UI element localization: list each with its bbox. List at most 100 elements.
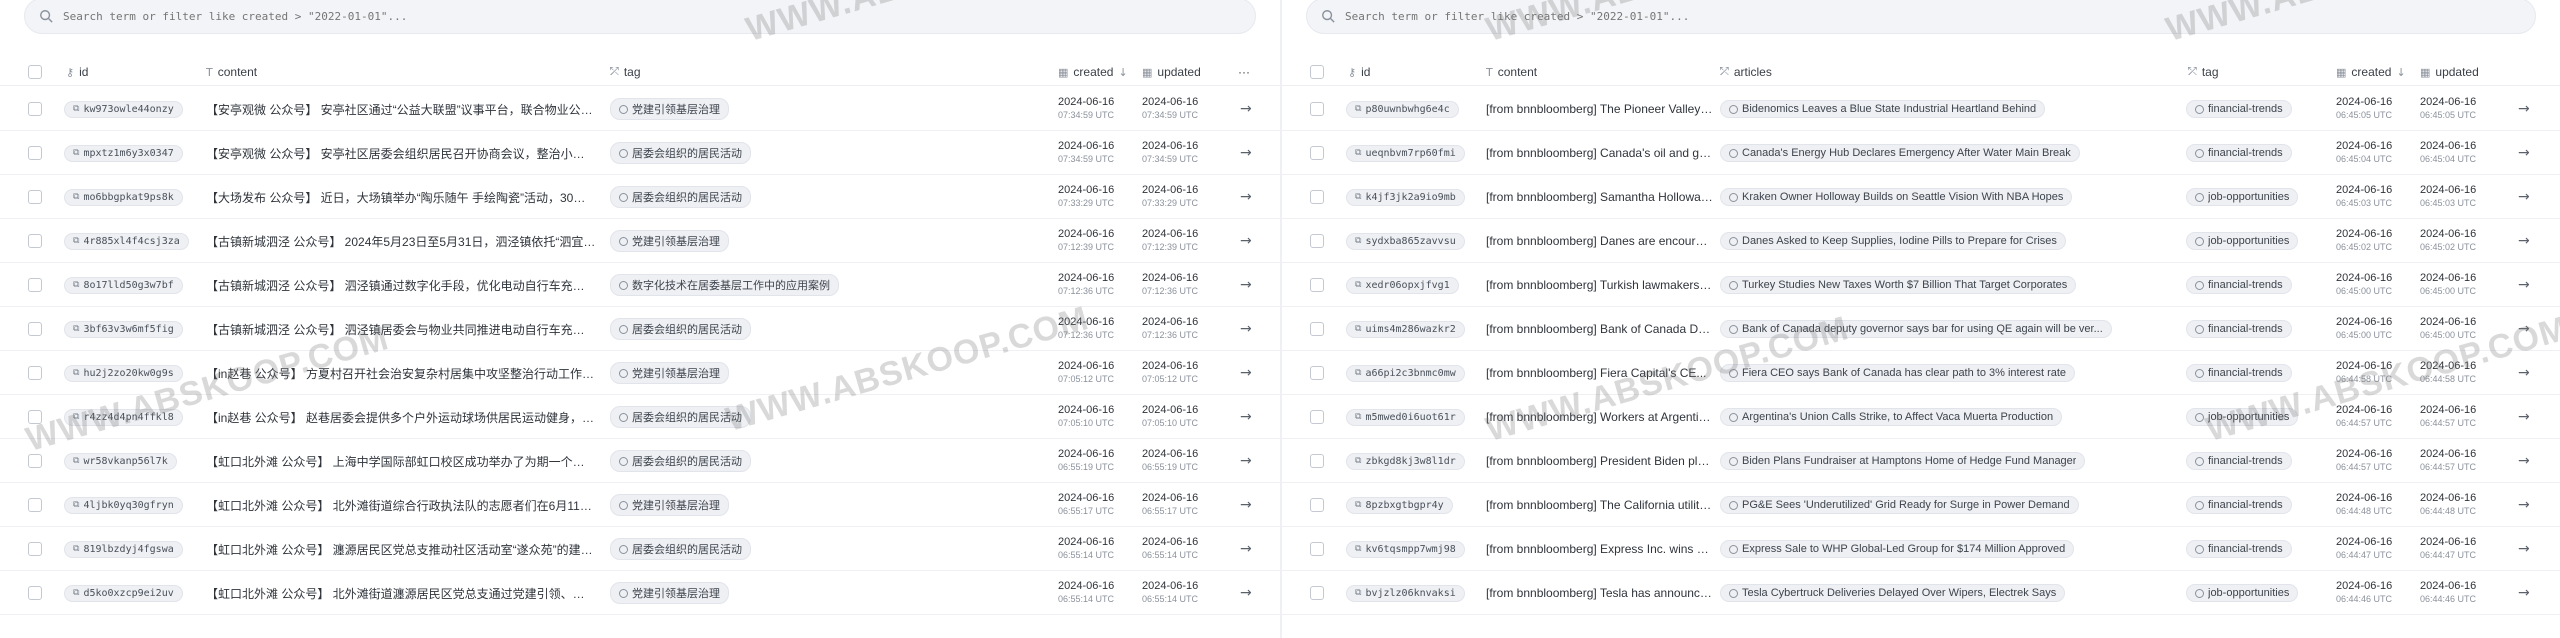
table-row[interactable]: ⧉ ueqnbvm7rp60fmi [from bnnbloomberg] Cana…: [1282, 131, 2560, 175]
article-pill[interactable]: Kraken Owner Holloway Builds on Seattle …: [1720, 188, 2073, 206]
row-checkbox[interactable]: [28, 542, 42, 556]
row-checkbox[interactable]: [1310, 322, 1324, 336]
column-options-button[interactable]: ···: [1238, 58, 1250, 86]
tag-pill[interactable]: job-opportunities: [2186, 188, 2299, 206]
record-id[interactable]: ⧉ kv6tqsmpp7wmj98: [1346, 540, 1465, 558]
table-row[interactable]: ⧉ 8pzbxgtbgpr4y [from bnnbloomberg] The Ca…: [1282, 483, 2560, 527]
row-checkbox[interactable]: [28, 278, 42, 292]
record-id[interactable]: ⧉ a66pi2c3bnmc0mw: [1346, 364, 1465, 382]
row-checkbox[interactable]: [28, 498, 42, 512]
tag-pill[interactable]: 居委会组织的居民活动: [610, 318, 751, 340]
tag-pill[interactable]: 居委会组织的居民活动: [610, 186, 751, 208]
tag-pill[interactable]: 数字化技术在居委基层工作中的应用案例: [610, 274, 839, 296]
record-id[interactable]: ⧉ mpxtz1m6y3x0347: [64, 144, 183, 162]
tag-pill[interactable]: financial-trends: [2186, 144, 2292, 162]
row-checkbox[interactable]: [1310, 542, 1324, 556]
record-id[interactable]: ⧉ uims4m286wazkr2: [1346, 320, 1465, 338]
arrow-right-icon[interactable]: →: [2518, 585, 2530, 601]
row-checkbox[interactable]: [1310, 234, 1324, 248]
arrow-right-icon[interactable]: →: [1240, 321, 1252, 337]
tag-pill[interactable]: financial-trends: [2186, 276, 2292, 294]
tag-pill[interactable]: 党建引领基层治理: [610, 582, 729, 604]
record-id[interactable]: ⧉ mo6bbgpkat9ps8k: [64, 188, 183, 206]
column-header-id[interactable]: ⚷ id: [66, 58, 88, 86]
table-row[interactable]: ⧉ mpxtz1m6y3x0347 【安亭观微 公众号】 安亭社区居委会组织居民召开…: [0, 131, 1280, 175]
arrow-right-icon[interactable]: →: [1240, 277, 1252, 293]
article-pill[interactable]: Danes Asked to Keep Supplies, Iodine Pil…: [1720, 232, 2066, 250]
record-id[interactable]: ⧉ bvjzlz06knvaksi: [1346, 584, 1465, 602]
row-checkbox[interactable]: [28, 146, 42, 160]
arrow-right-icon[interactable]: →: [1240, 541, 1252, 557]
arrow-right-icon[interactable]: →: [1240, 453, 1252, 469]
record-id[interactable]: ⧉ 8pzbxgtbgpr4y: [1346, 496, 1453, 514]
row-checkbox[interactable]: [1310, 454, 1324, 468]
table-row[interactable]: ⧉ hu2j2zo20kw0g9s 【in赵巷 公众号】 方夏村召开社会治安复杂村居…: [0, 351, 1280, 395]
record-id[interactable]: ⧉ kw973owle44onzy: [64, 100, 183, 118]
tag-pill[interactable]: financial-trends: [2186, 496, 2292, 514]
table-row[interactable]: ⧉ kv6tqsmpp7wmj98 [from bnnbloomberg] Expr…: [1282, 527, 2560, 571]
row-checkbox[interactable]: [1310, 190, 1324, 204]
table-row[interactable]: ⧉ bvjzlz06knvaksi [from bnnbloomberg] Tesl…: [1282, 571, 2560, 615]
record-id[interactable]: ⧉ zbkgd8kj3w8l1dr: [1346, 452, 1465, 470]
tag-pill[interactable]: 党建引领基层治理: [610, 230, 729, 252]
arrow-right-icon[interactable]: →: [2518, 365, 2530, 381]
table-row[interactable]: ⧉ uims4m286wazkr2 [from bnnbloomberg] Bank…: [1282, 307, 2560, 351]
row-checkbox[interactable]: [1310, 410, 1324, 424]
table-row[interactable]: ⧉ wr58vkanp56l7k 【虹口北外滩 公众号】 上海中学国际部虹口校区成功…: [0, 439, 1280, 483]
article-pill[interactable]: Express Sale to WHP Global-Led Group for…: [1720, 540, 2075, 558]
article-pill[interactable]: Argentina's Union Calls Strike, to Affec…: [1720, 408, 2063, 426]
row-checkbox[interactable]: [1310, 586, 1324, 600]
table-row[interactable]: ⧉ kw973owle44onzy 【安亭观微 公众号】 安亭社区通过“公益大联盟”…: [0, 87, 1280, 131]
row-checkbox[interactable]: [28, 366, 42, 380]
record-id[interactable]: ⧉ hu2j2zo20kw0g9s: [64, 364, 183, 382]
arrow-right-icon[interactable]: →: [1240, 101, 1252, 117]
article-pill[interactable]: Fiera CEO says Bank of Canada has clear …: [1720, 364, 2076, 382]
record-id[interactable]: ⧉ 8o17lld50g3w7bf: [64, 276, 183, 294]
select-all-checkbox[interactable]: [1310, 65, 1324, 79]
arrow-right-icon[interactable]: →: [1240, 145, 1252, 161]
column-header-updated[interactable]: ▦ updated: [2420, 58, 2479, 86]
tag-pill[interactable]: 党建引领基层治理: [610, 494, 729, 516]
record-id[interactable]: ⧉ 4ljbk0yq30gfryn: [64, 496, 183, 514]
row-checkbox[interactable]: [28, 102, 42, 116]
table-row[interactable]: ⧉ 4ljbk0yq30gfryn 【虹口北外滩 公众号】 北外滩街道综合行政执法队…: [0, 483, 1280, 527]
record-id[interactable]: ⧉ sydxba865zavvsu: [1346, 232, 1465, 250]
record-id[interactable]: ⧉ k4jf3jk2a9io9mb: [1346, 188, 1465, 206]
arrow-right-icon[interactable]: →: [1240, 189, 1252, 205]
table-row[interactable]: ⧉ m5mwed0i6uot61r [from bnnbloomberg] Work…: [1282, 395, 2560, 439]
table-row[interactable]: ⧉ zbkgd8kj3w8l1dr [from bnnbloomberg] Pres…: [1282, 439, 2560, 483]
tag-pill[interactable]: financial-trends: [2186, 540, 2292, 558]
row-checkbox[interactable]: [28, 190, 42, 204]
table-row[interactable]: ⧉ p80uwnbwhg6e4c [from bnnbloomberg] The P…: [1282, 87, 2560, 131]
row-checkbox[interactable]: [28, 234, 42, 248]
row-checkbox[interactable]: [28, 586, 42, 600]
tag-pill[interactable]: financial-trends: [2186, 364, 2292, 382]
arrow-right-icon[interactable]: →: [2518, 233, 2530, 249]
row-checkbox[interactable]: [28, 454, 42, 468]
record-id[interactable]: ⧉ p80uwnbwhg6e4c: [1346, 100, 1459, 118]
table-row[interactable]: ⧉ 3bf63v3w6mf5fig 【古镇新城泗泾 公众号】 泗泾镇居委会与物业共同…: [0, 307, 1280, 351]
row-checkbox[interactable]: [1310, 146, 1324, 160]
article-pill[interactable]: Tesla Cybertruck Deliveries Delayed Over…: [1720, 584, 2066, 602]
article-pill[interactable]: Biden Plans Fundraiser at Hamptons Home …: [1720, 452, 2086, 470]
table-row[interactable]: ⧉ 819lbzdyj4fgswa 【虹口北外滩 公众号】 瀍源居民区党总支推动社区…: [0, 527, 1280, 571]
arrow-right-icon[interactable]: →: [1240, 585, 1252, 601]
record-id[interactable]: ⧉ xedr06opxjfvg1: [1346, 276, 1459, 294]
record-id[interactable]: ⧉ 3bf63v3w6mf5fig: [64, 320, 183, 338]
column-header-content[interactable]: Tcontent: [1486, 58, 1537, 86]
arrow-right-icon[interactable]: →: [1240, 497, 1252, 513]
tag-pill[interactable]: financial-trends: [2186, 320, 2292, 338]
article-pill[interactable]: Turkey Studies New Taxes Worth $7 Billio…: [1720, 276, 2077, 294]
column-header-updated[interactable]: ▦ updated: [1142, 58, 1201, 86]
row-checkbox[interactable]: [1310, 366, 1324, 380]
article-pill[interactable]: PG&E Sees 'Underutilized' Grid Ready for…: [1720, 496, 2079, 514]
arrow-right-icon[interactable]: →: [2518, 101, 2530, 117]
table-row[interactable]: ⧉ 4r885xl4f4csj3za 【古镇新城泗泾 公众号】 2024年5月23日…: [0, 219, 1280, 263]
table-row[interactable]: ⧉ mo6bbgpkat9ps8k 【大场发布 公众号】 近日，大场镇举办“陶乐随午…: [0, 175, 1280, 219]
table-row[interactable]: ⧉ sydxba865zavvsu [from bnnbloomberg] Dane…: [1282, 219, 2560, 263]
arrow-right-icon[interactable]: →: [2518, 497, 2530, 513]
tag-pill[interactable]: 党建引领基层治理: [610, 98, 729, 120]
arrow-right-icon[interactable]: →: [2518, 189, 2530, 205]
row-checkbox[interactable]: [1310, 278, 1324, 292]
column-header-content[interactable]: Tcontent: [206, 58, 257, 86]
